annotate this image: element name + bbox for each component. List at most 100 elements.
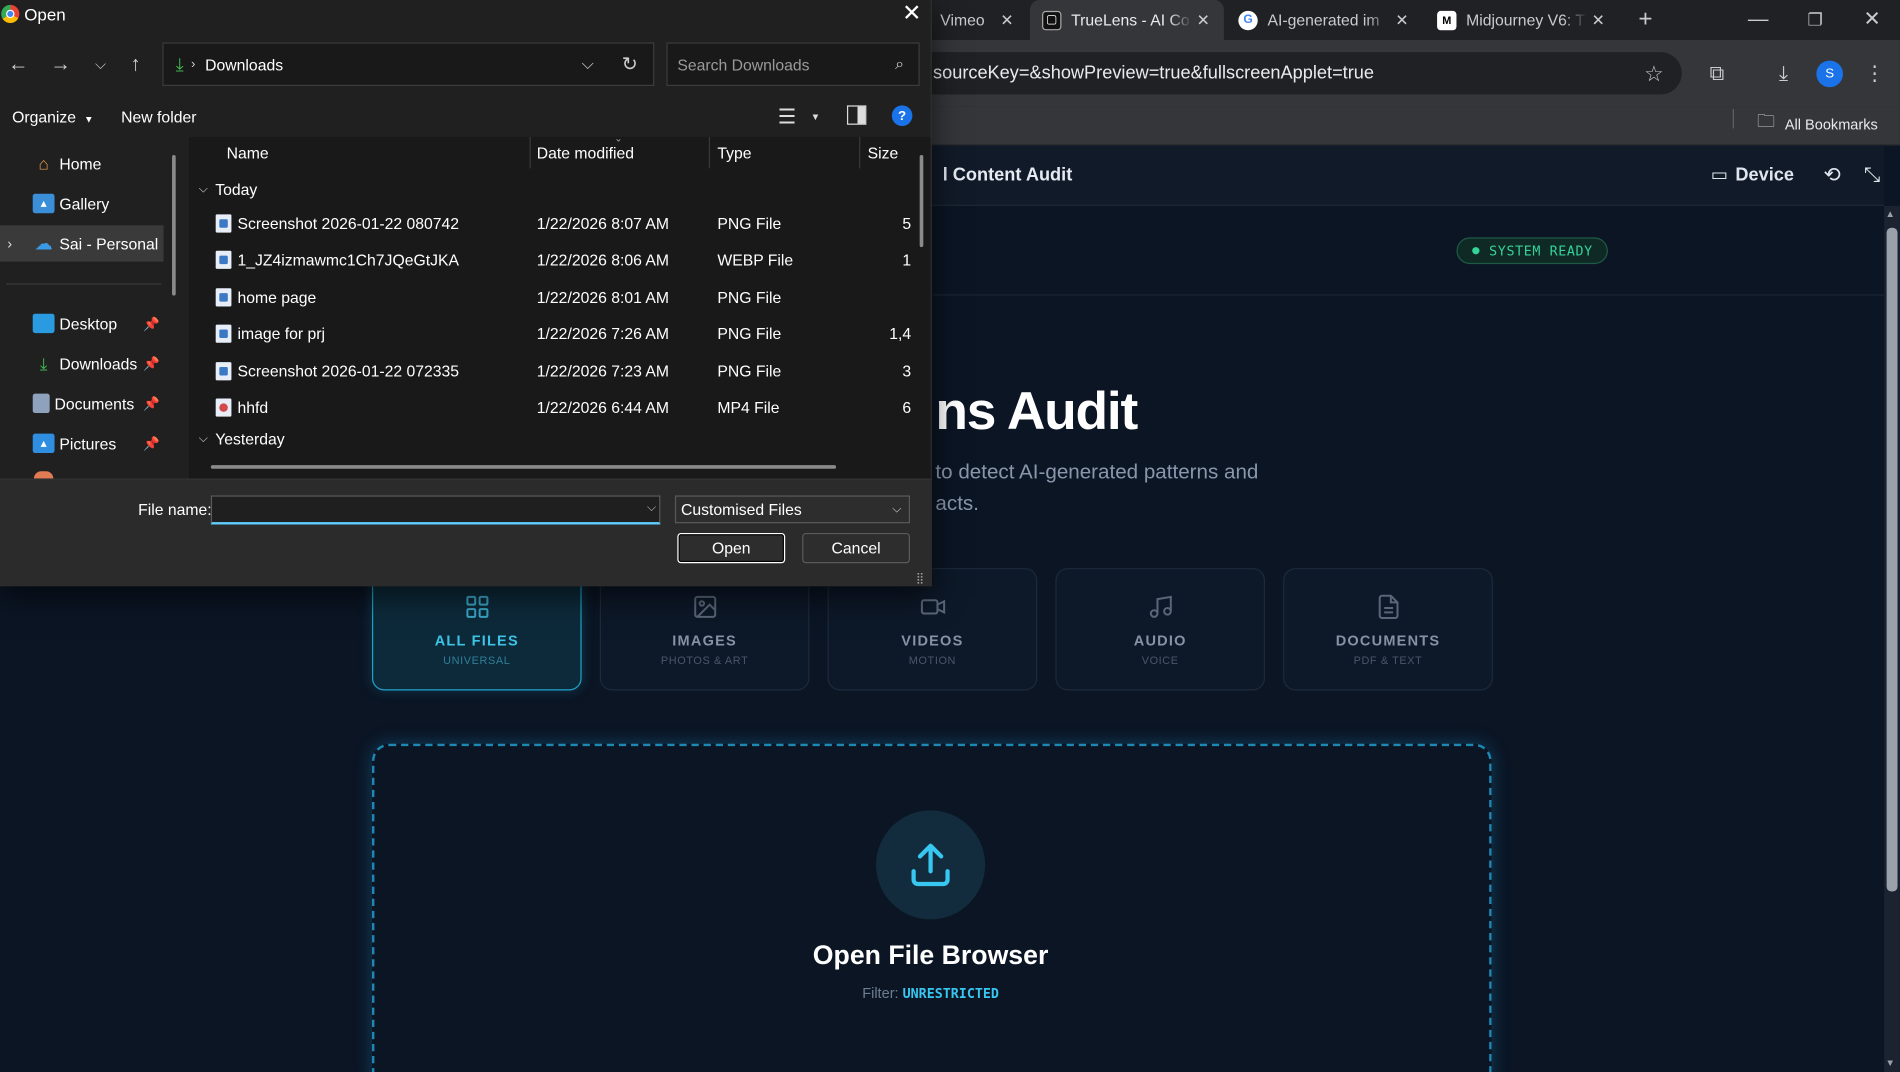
file-size: 6 (902, 397, 912, 417)
close-icon[interactable]: ✕ (1391, 10, 1413, 29)
view-dropdown-icon[interactable]: ▼ (811, 111, 821, 122)
tab-label: Midjourney V6: T (1466, 10, 1585, 30)
group-header-today[interactable]: ⌵ Today (199, 180, 258, 198)
pin-icon: 📌 (143, 436, 160, 452)
category-images[interactable]: IMAGES PHOTOS & ART (599, 568, 810, 691)
nav-label: Desktop (59, 314, 118, 333)
file-type: PNG File (717, 287, 782, 306)
filename-dropdown-icon[interactable]: ⌵ (647, 501, 656, 514)
filename-input[interactable] (210, 495, 661, 525)
search-input[interactable]: Search Downloads ⌕ (666, 42, 920, 87)
forward-arrow-icon[interactable]: → (46, 50, 75, 79)
png-file-icon (215, 324, 232, 343)
chevron-down-icon: ▼ (84, 113, 94, 125)
file-row[interactable]: image for prj 1/22/2026 7:26 AM PNG File… (206, 316, 921, 350)
hero-title: ns Audit (935, 381, 1138, 441)
resize-grip-icon[interactable]: ⣿ (916, 572, 924, 585)
close-icon[interactable]: ✕ (996, 10, 1018, 29)
column-divider[interactable] (529, 136, 531, 169)
scroll-down-icon[interactable]: ▼ (1885, 1057, 1895, 1068)
up-arrow-icon[interactable]: ↑ (121, 50, 150, 79)
music-icon (1149, 595, 1172, 618)
cancel-button[interactable]: Cancel (802, 532, 910, 564)
category-videos[interactable]: VIDEOS MOTION (827, 568, 1038, 691)
file-row[interactable]: Screenshot 2026-01-22 080742 1/22/2026 8… (206, 206, 921, 240)
back-arrow-icon[interactable]: ← (4, 50, 33, 79)
file-row[interactable]: home page 1/22/2026 8:01 AM PNG File (206, 280, 921, 314)
upload-icon (911, 843, 950, 887)
file-type: WEBP File (717, 250, 794, 269)
file-size: 5 (902, 213, 912, 232)
nav-label: Sai - Personal (59, 234, 159, 253)
tab-truelens[interactable]: ▢ TrueLens - AI Co ✕ (1029, 0, 1224, 40)
path-bar[interactable]: ⤓ › Downloads ⌵ ↻ (162, 42, 655, 87)
extensions-icon[interactable]: ⧉ (1704, 61, 1731, 88)
nav-item-pictures[interactable]: ▴ Pictures 📌 (0, 425, 164, 461)
nav-label: Gallery (59, 194, 110, 213)
page-scrollbar-thumb[interactable] (1886, 227, 1898, 892)
column-divider[interactable] (708, 136, 711, 169)
close-icon[interactable]: ✕ (1587, 10, 1609, 29)
expand-chevron-icon[interactable]: › (7, 235, 12, 252)
grid-icon (465, 595, 488, 618)
column-date[interactable]: Date modified (537, 144, 634, 162)
nav-item-documents[interactable]: Documents 📌 (0, 385, 164, 421)
device-button[interactable]: ▭ Device (1710, 164, 1794, 186)
path-dropdown-icon[interactable]: ⌵ (582, 55, 594, 74)
nav-scrollbar[interactable] (172, 155, 176, 296)
nav-item-home[interactable]: ⌂ Home (0, 145, 164, 181)
dialog-close-button[interactable]: ✕ (897, 0, 927, 29)
file-row[interactable]: Screenshot 2026-01-22 072335 1/22/2026 7… (206, 354, 921, 388)
filetype-select[interactable]: Customised Files ⌵ (674, 495, 910, 524)
preview-pane-icon[interactable] (846, 105, 867, 125)
tab-vimeo[interactable]: Vimeo ✕ (933, 0, 1028, 40)
menu-kebab-icon[interactable]: ⋮ (1861, 61, 1888, 88)
organize-button[interactable]: Organize ▼ (12, 108, 94, 126)
file-row[interactable]: 1_JZ4izmawmc1Ch7JQeGtJKA 1/22/2026 8:06 … (206, 242, 921, 276)
tab-midjourney[interactable]: M Midjourney V6: T ✕ (1425, 0, 1619, 40)
minimize-button[interactable]: — (1746, 7, 1770, 31)
recent-dropdown-icon[interactable]: ⌵ (86, 50, 115, 79)
column-name[interactable]: Name (227, 144, 269, 162)
tab-label: TrueLens - AI Co (1071, 10, 1190, 30)
profile-avatar[interactable]: S (1816, 60, 1843, 88)
restore-button[interactable]: ❐ (1803, 7, 1827, 31)
category-all-files[interactable]: ALL FILES UNIVERSAL (371, 568, 582, 691)
video-file-icon (215, 397, 232, 417)
close-icon[interactable]: ✕ (1192, 10, 1214, 29)
rotate-icon[interactable]: ⟲ (1821, 164, 1843, 187)
nav-item-desktop[interactable]: Desktop 📌 (0, 305, 164, 341)
nav-item-downloads[interactable]: ⤓ Downloads 📌 (0, 345, 164, 381)
view-list-icon[interactable]: ☰ (778, 105, 796, 129)
new-folder-button[interactable]: New folder (121, 108, 196, 126)
category-documents[interactable]: DOCUMENTS PDF & TEXT (1283, 568, 1493, 691)
window-close-button[interactable]: ✕ (1860, 7, 1884, 31)
file-date: 1/22/2026 6:44 AM (536, 397, 670, 417)
group-header-yesterday[interactable]: ⌵ Yesterday (199, 430, 285, 448)
help-icon[interactable]: ? (891, 105, 913, 126)
new-tab-button[interactable]: + (1632, 5, 1659, 33)
nav-item-onedrive[interactable]: › ☁ Sai - Personal (0, 225, 164, 262)
column-divider[interactable] (859, 136, 861, 169)
category-sub: VOICE (1141, 653, 1179, 666)
list-vertical-scrollbar[interactable] (919, 155, 924, 248)
bookmark-star-icon[interactable]: ☆ (1641, 61, 1668, 88)
list-horizontal-scrollbar[interactable] (210, 465, 837, 469)
download-icon[interactable]: ⤓ (1770, 61, 1797, 88)
scroll-up-icon[interactable]: ▲ (1885, 208, 1895, 219)
column-type[interactable]: Type (717, 144, 751, 162)
category-audio[interactable]: AUDIO VOICE (1055, 568, 1266, 691)
upload-button[interactable] (876, 810, 986, 920)
refresh-icon[interactable]: ↻ (622, 52, 638, 76)
file-name: home page (237, 287, 317, 306)
open-button[interactable]: Open (677, 532, 786, 564)
file-date: 1/22/2026 8:01 AM (536, 287, 670, 306)
fullscreen-exit-icon[interactable]: ⤡ (1861, 164, 1883, 187)
column-size[interactable]: Size (868, 144, 899, 162)
webp-file-icon (215, 250, 232, 269)
tab-google[interactable]: G AI-generated im ✕ (1226, 0, 1422, 40)
device-icon: ▭ (1710, 164, 1729, 186)
nav-item-gallery[interactable]: ▴ Gallery (0, 185, 164, 221)
file-row[interactable]: hhfd 1/22/2026 6:44 AM MP4 File 6 (206, 390, 921, 424)
all-bookmarks-button[interactable]: 🗀 All Bookmarks (1757, 109, 1878, 139)
